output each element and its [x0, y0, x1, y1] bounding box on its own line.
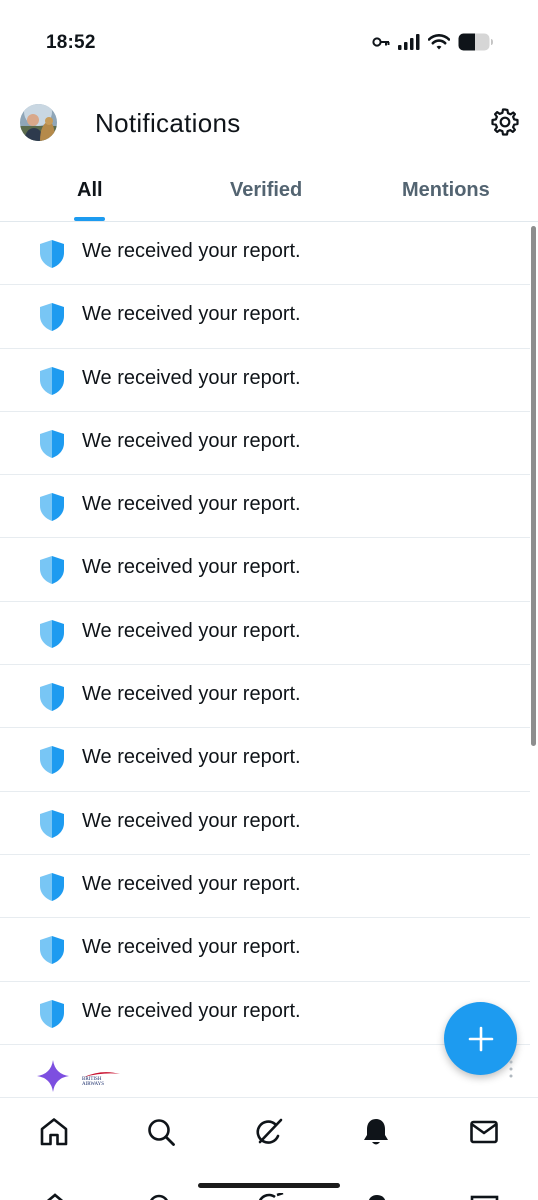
grok-icon[interactable]: [253, 1116, 285, 1148]
shield-icon: [40, 999, 64, 1028]
search-icon[interactable]: [145, 1116, 177, 1148]
shield-icon: [40, 683, 64, 712]
notification-tabs: All Verified Mentions: [0, 162, 538, 222]
list-item[interactable]: We received your report.: [0, 285, 530, 349]
home-icon-reflection: [40, 1192, 70, 1200]
notification-text: We received your report.: [82, 872, 301, 895]
tab-mentions[interactable]: Mentions: [402, 179, 490, 202]
plus-icon: [468, 1026, 493, 1051]
bottom-nav: [0, 1097, 538, 1200]
notification-text: We received your report.: [82, 746, 301, 769]
more-dots-icon[interactable]: [509, 1060, 513, 1078]
active-tab-indicator: [74, 217, 105, 221]
bell-icon-reflection: [362, 1192, 392, 1200]
wifi-icon: [428, 34, 450, 50]
list-item[interactable]: We received your report.: [0, 602, 530, 666]
home-indicator[interactable]: [198, 1183, 340, 1188]
sparkle-icon: [37, 1060, 69, 1092]
list-item[interactable]: We received your report.: [0, 349, 530, 412]
compose-button[interactable]: [444, 1002, 517, 1075]
notification-text: We received your report.: [82, 556, 301, 579]
shield-icon: [40, 366, 64, 395]
notification-text: We received your report.: [82, 493, 301, 516]
mail-icon[interactable]: [468, 1116, 500, 1148]
list-item[interactable]: We received your report.: [0, 538, 530, 602]
vpn-key-icon: [372, 37, 390, 47]
shield-icon: [40, 240, 64, 268]
battery-icon: [458, 33, 493, 51]
tab-all[interactable]: All: [77, 179, 103, 202]
notification-text: We received your report.: [82, 429, 301, 452]
status-time: 18:52: [46, 32, 96, 53]
mail-icon-reflection: [470, 1192, 500, 1200]
list-item[interactable]: We received your report.: [0, 855, 530, 919]
notification-text: We received your report.: [82, 240, 301, 262]
shield-icon: [40, 809, 64, 838]
notification-text: We received your report.: [82, 999, 301, 1022]
tab-verified[interactable]: Verified: [230, 179, 302, 202]
shield-icon: [40, 429, 64, 458]
shield-icon: [40, 619, 64, 648]
avatar[interactable]: [20, 104, 57, 141]
scrollbar[interactable]: [531, 226, 536, 746]
signal-icon: [398, 34, 420, 50]
shield-icon: [40, 872, 64, 901]
list-item[interactable]: We received your report.: [0, 222, 530, 286]
list-item[interactable]: We received your report.: [0, 475, 530, 539]
shield-icon: [40, 493, 64, 522]
notification-list: We received your report. We received your…: [0, 222, 530, 1045]
notification-text: We received your report.: [82, 936, 301, 959]
shield-icon: [40, 746, 64, 775]
home-icon[interactable]: [38, 1116, 70, 1148]
shield-icon: [40, 936, 64, 965]
brand-logo: BRITISH AIRWAYS: [82, 1071, 122, 1089]
notification-text: We received your report.: [82, 303, 301, 326]
list-item[interactable]: We received your report.: [0, 918, 530, 982]
search-icon-reflection: [146, 1192, 176, 1200]
bell-icon[interactable]: [360, 1116, 392, 1148]
header: Notifications: [0, 86, 538, 162]
status-icons: [372, 33, 494, 51]
status-bar: 18:52: [0, 0, 538, 86]
list-item[interactable]: We received your report.: [0, 792, 530, 855]
list-item[interactable]: We received your report.: [0, 728, 530, 792]
shield-icon: [40, 556, 64, 585]
notification-text: We received your report.: [82, 619, 301, 642]
grok-icon-reflection: [255, 1192, 285, 1200]
gear-icon: [491, 108, 519, 136]
list-item[interactable]: We received your report.: [0, 665, 530, 729]
notification-text: We received your report.: [82, 683, 301, 706]
notification-text: We received your report.: [82, 809, 301, 832]
page-title: Notifications: [95, 108, 241, 138]
list-item[interactable]: We received your report.: [0, 412, 530, 476]
settings-button[interactable]: [490, 107, 520, 137]
notification-text: We received your report.: [82, 366, 301, 389]
shield-icon: [40, 303, 64, 332]
